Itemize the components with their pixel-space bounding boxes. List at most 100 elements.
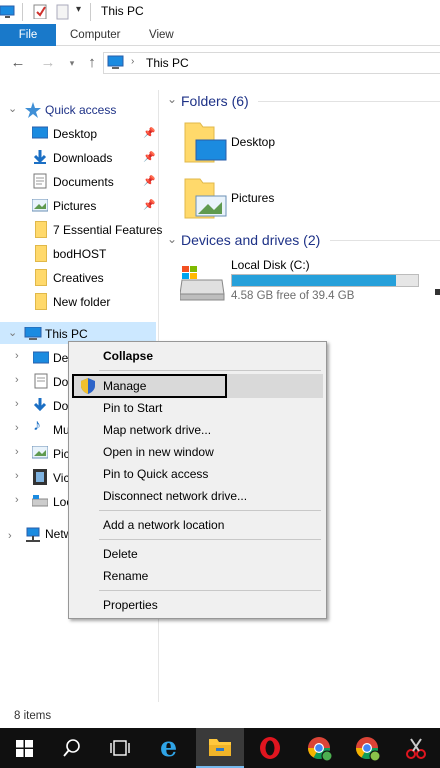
- manage-focus-outline: [72, 374, 227, 398]
- menu-item-pin-to-quick-access[interactable]: Pin to Quick access: [69, 463, 326, 485]
- sidebar-item-creatives[interactable]: Creatives: [53, 267, 104, 289]
- chevron-right-icon[interactable]: ›: [15, 398, 19, 410]
- menu-separator: [99, 370, 321, 371]
- task-view-button[interactable]: [96, 728, 144, 768]
- menu-separator: [99, 510, 321, 511]
- internet-explorer-icon: e: [160, 732, 178, 763]
- menu-item-add-network-location[interactable]: Add a network location: [69, 514, 326, 536]
- properties-icon[interactable]: [33, 3, 49, 19]
- search-icon: [63, 739, 80, 757]
- sidebar-item-bodhost[interactable]: bodHOST: [53, 243, 106, 265]
- opera-button[interactable]: [246, 728, 294, 768]
- recent-locations-chevron-icon[interactable]: ▾: [62, 53, 82, 73]
- star-icon: [25, 102, 41, 118]
- menu-separator: [99, 590, 321, 591]
- menu-item-pin-to-start[interactable]: Pin to Start: [69, 397, 326, 419]
- sidebar-item-documents[interactable]: Documents: [53, 171, 114, 193]
- download-arrow-icon: [33, 398, 47, 412]
- sidebar-item-downloads-child[interactable]: Do: [53, 395, 68, 417]
- tab-computer[interactable]: Computer: [70, 24, 121, 46]
- tab-file[interactable]: File: [0, 24, 56, 46]
- status-item-count: 8 items: [14, 710, 52, 722]
- desktop-folder-icon: [184, 122, 227, 163]
- file-explorer-icon: [209, 739, 231, 756]
- chrome-icon: [308, 737, 333, 762]
- pictures-icon: [32, 199, 48, 212]
- drive-usage-fill: [232, 275, 397, 286]
- chrome-profile-button[interactable]: [344, 728, 392, 768]
- new-folder-icon[interactable]: [56, 4, 70, 20]
- documents-icon: [34, 373, 48, 389]
- hard-drive-icon: [180, 266, 225, 301]
- customize-qa-chevron-icon[interactable]: ▾: [76, 4, 81, 15]
- window-title: This PC: [101, 4, 144, 18]
- quick-access-label[interactable]: Quick access: [45, 99, 116, 121]
- back-arrow-icon[interactable]: ←: [8, 53, 28, 73]
- menu-item-disconnect-network-drive[interactable]: Disconnect network drive...: [69, 485, 326, 507]
- pin-icon[interactable]: 📌: [143, 152, 155, 164]
- chevron-right-icon[interactable]: ›: [8, 530, 12, 542]
- sidebar-item-new-folder[interactable]: New folder: [53, 291, 110, 313]
- menu-item-open-in-new-window[interactable]: Open in new window: [69, 441, 326, 463]
- pictures-folder-icon: [184, 178, 227, 219]
- title-bar: ▾ This PC: [0, 0, 440, 24]
- chevron-right-icon[interactable]: ›: [15, 470, 19, 482]
- chevron-right-icon[interactable]: ›: [15, 494, 19, 506]
- sidebar-item-videos-child[interactable]: Vic: [53, 467, 69, 489]
- forward-arrow-icon[interactable]: →: [38, 53, 58, 73]
- menu-item-properties[interactable]: Properties: [69, 594, 326, 616]
- documents-icon: [33, 173, 47, 189]
- folder-desktop-label[interactable]: Desktop: [231, 135, 275, 149]
- devices-group-header[interactable]: Devices and drives (2): [181, 232, 320, 248]
- menu-item-collapse[interactable]: Collapse: [69, 345, 326, 367]
- internet-explorer-button[interactable]: e: [148, 728, 196, 768]
- desktop-icon: [33, 351, 49, 364]
- chevron-down-icon[interactable]: ⌄: [8, 102, 17, 115]
- computer-icon: [107, 55, 124, 69]
- chevron-down-icon[interactable]: ⌄: [167, 232, 177, 246]
- chevron-right-icon[interactable]: ›: [15, 350, 19, 362]
- breadcrumb-chevron-icon[interactable]: ›: [131, 56, 134, 67]
- chrome-button[interactable]: [296, 728, 344, 768]
- scissors-icon: [406, 738, 426, 759]
- menu-separator: [99, 539, 321, 540]
- up-arrow-icon[interactable]: ↑: [82, 53, 102, 73]
- sidebar-item-7-essential-features[interactable]: 7 Essential Features: [53, 219, 162, 241]
- sidebar-item-downloads[interactable]: Downloads: [53, 147, 112, 169]
- sidebar-item-pictures[interactable]: Pictures: [53, 195, 96, 217]
- sidebar-item-documents-child[interactable]: Do: [53, 371, 68, 393]
- menu-item-rename[interactable]: Rename: [69, 565, 326, 587]
- folders-group-header[interactable]: Folders (6): [181, 93, 249, 109]
- search-button[interactable]: [48, 728, 96, 768]
- folder-icon: [35, 269, 47, 286]
- desktop-icon: [32, 126, 48, 139]
- chevron-right-icon[interactable]: ›: [15, 374, 19, 386]
- taskbar: e: [0, 728, 440, 768]
- folder-icon: [35, 245, 47, 262]
- pin-icon[interactable]: 📌: [143, 176, 155, 188]
- start-button[interactable]: [0, 728, 48, 768]
- divider: [330, 240, 440, 241]
- pin-icon[interactable]: 📌: [143, 200, 155, 212]
- menu-item-delete[interactable]: Delete: [69, 543, 326, 565]
- context-menu: Collapse Manage Pin to Start Map network…: [68, 341, 327, 619]
- folder-pictures-label[interactable]: Pictures: [231, 191, 274, 205]
- task-view-icon: [110, 740, 130, 756]
- menu-item-map-network-drive[interactable]: Map network drive...: [69, 419, 326, 441]
- chevron-right-icon[interactable]: ›: [15, 422, 19, 434]
- sidebar-item-desktop-child[interactable]: De: [53, 347, 68, 369]
- windows-logo-icon: [16, 740, 33, 757]
- folder-icon: [35, 221, 47, 238]
- file-explorer-button[interactable]: [196, 728, 244, 768]
- chevron-down-icon[interactable]: ⌄: [167, 92, 177, 106]
- second-drive-icon-partial: [435, 289, 440, 295]
- drive-usage-bar: [231, 274, 419, 287]
- sidebar-item-desktop[interactable]: Desktop: [53, 123, 97, 145]
- pin-icon[interactable]: 📌: [143, 128, 155, 140]
- chevron-down-icon[interactable]: ⌄: [8, 326, 17, 339]
- drive-name[interactable]: Local Disk (C:): [231, 258, 310, 272]
- snipping-tool-button[interactable]: [392, 728, 440, 768]
- tab-view[interactable]: View: [149, 24, 174, 46]
- chevron-right-icon[interactable]: ›: [15, 446, 19, 458]
- drive-free-space: 4.58 GB free of 39.4 GB: [231, 290, 355, 302]
